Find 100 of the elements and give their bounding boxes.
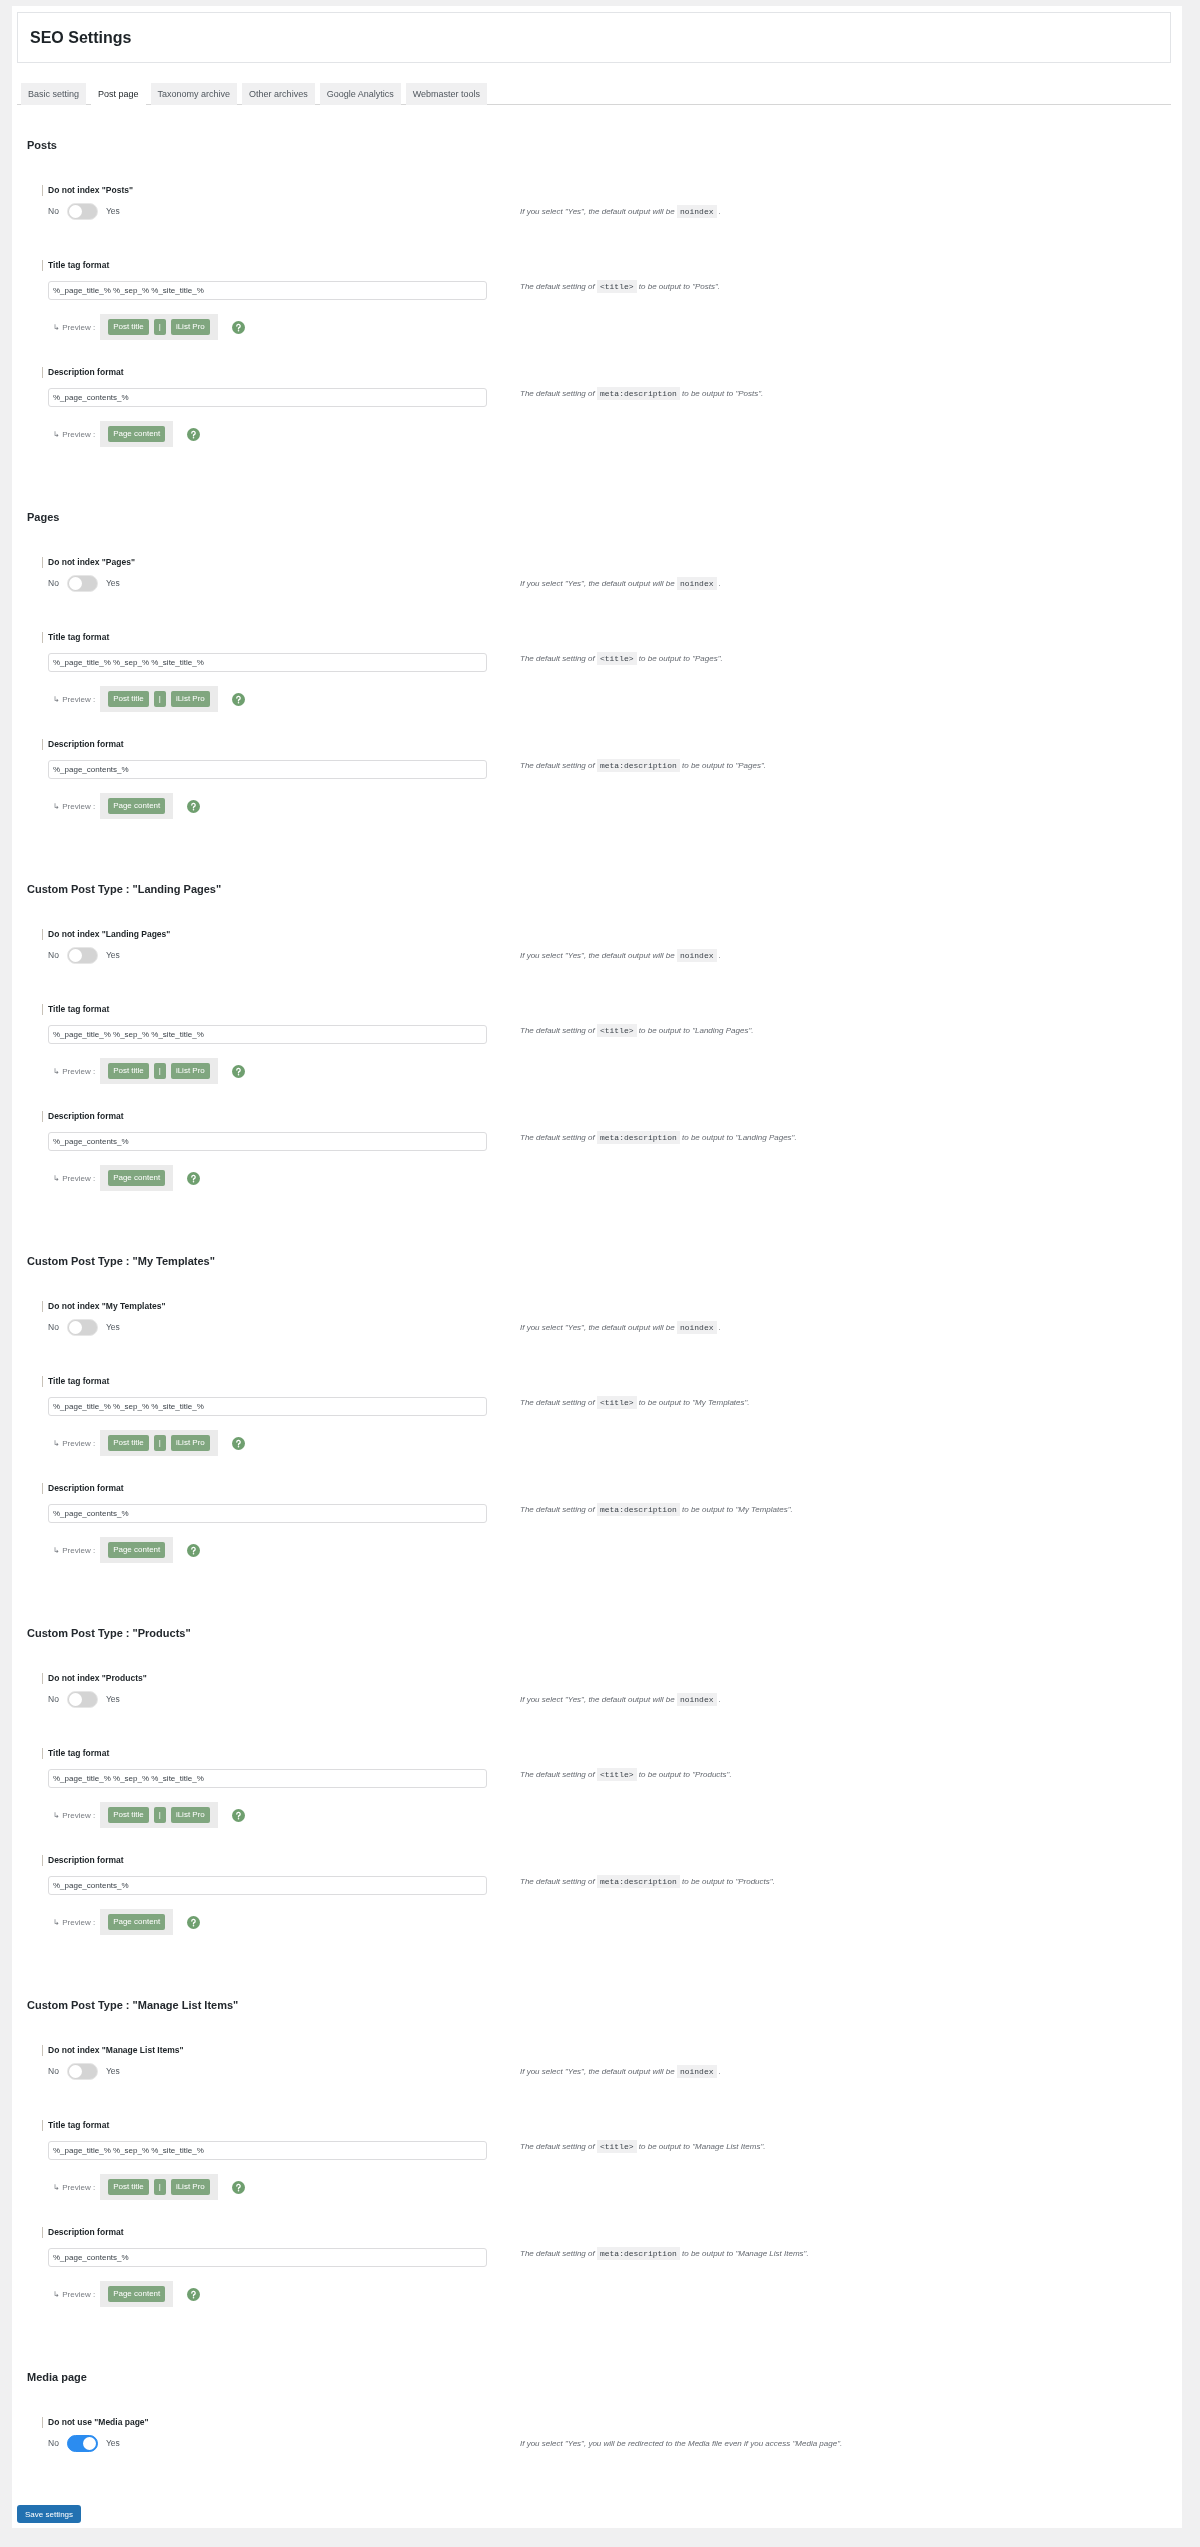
input-field[interactable]: %_page_title_% %_sep_% %_site_title_% <box>48 281 487 300</box>
toggle-option-label: Yes <box>105 1322 120 1333</box>
preview-tag: | <box>153 319 166 335</box>
preview-tag: iList Pro <box>170 691 210 707</box>
preview-label: ↳ Preview : <box>53 428 96 440</box>
field-label: Description format <box>42 2227 124 2238</box>
toggle-option-label: No <box>48 1322 59 1333</box>
help-icon[interactable] <box>231 1064 245 1078</box>
preview-tag: iList Pro <box>170 1063 210 1079</box>
toggle-option-label: Yes <box>105 206 120 217</box>
field-label: Do not index "Landing Pages" <box>42 929 171 940</box>
preview-tag: iList Pro <box>170 1807 210 1823</box>
field-description: The default setting of <title> to be output to "Landing Pages". <box>520 1025 755 1036</box>
preview-tag: | <box>153 1063 166 1079</box>
preview-tag: iList Pro <box>170 1435 210 1451</box>
field-description: The default setting of meta:description to be output to "Manage List Items". <box>520 2248 810 2259</box>
input-field[interactable]: %_page_title_% %_sep_% %_site_title_% <box>48 1025 487 1044</box>
help-icon[interactable] <box>187 2287 201 2301</box>
input-field[interactable]: %_page_title_% %_sep_% %_site_title_% <box>48 2141 487 2160</box>
field-label: Description format <box>42 1483 124 1494</box>
preview-label: ↳ Preview : <box>53 1544 96 1556</box>
tab[interactable]: Other archives <box>242 83 315 105</box>
preview-tag: Page content <box>108 1914 166 1930</box>
field-description: If you select "Yes", the default output will be noindex . <box>520 578 722 589</box>
field-label: Title tag format <box>42 632 110 643</box>
toggle-option-label: No <box>48 2438 59 2449</box>
help-icon[interactable] <box>231 1808 245 1822</box>
input-field[interactable]: %_page_contents_% <box>48 2248 487 2267</box>
toggle-option-label: Yes <box>105 2438 120 2449</box>
toggle-option-label: Yes <box>105 578 120 589</box>
field-description: The default setting of <title> to be output to "Products". <box>520 1769 733 1780</box>
field-label: Do not index "Pages" <box>42 557 135 568</box>
help-icon[interactable] <box>187 1543 201 1557</box>
help-icon[interactable] <box>187 1171 201 1185</box>
help-icon[interactable] <box>231 1436 245 1450</box>
field-label: Title tag format <box>42 1748 110 1759</box>
preview-tag: | <box>153 2179 166 2195</box>
toggle-option-label: Yes <box>105 1694 120 1705</box>
toggle-option-label: Yes <box>105 2066 120 2077</box>
save-button[interactable]: Save settings <box>17 2505 82 2523</box>
tab[interactable]: Taxonomy archive <box>150 83 238 105</box>
section-heading: Pages <box>27 510 61 524</box>
field-description: The default setting of meta:description to be output to "My Templates". <box>520 1504 794 1515</box>
preview-label: ↳ Preview : <box>53 693 96 705</box>
toggle-option-label: No <box>48 950 59 961</box>
field-description: The default setting of <title> to be output to "Posts". <box>520 281 722 292</box>
field-label: Description format <box>42 1855 124 1866</box>
input-field[interactable]: %_page_contents_% <box>48 760 487 779</box>
preview-tag: Post title <box>108 2179 149 2195</box>
toggle-switch[interactable] <box>66 2435 98 2452</box>
preview-tag: Page content <box>108 798 166 814</box>
input-field[interactable]: %_page_title_% %_sep_% %_site_title_% <box>48 1397 487 1416</box>
input-field[interactable]: %_page_contents_% <box>48 1504 487 1523</box>
field-label: Description format <box>42 739 124 750</box>
help-icon[interactable] <box>231 320 245 334</box>
input-field[interactable]: %_page_contents_% <box>48 1132 487 1151</box>
preview-label: ↳ Preview : <box>53 321 96 333</box>
field-label: Description format <box>42 367 124 378</box>
input-field[interactable]: %_page_title_% %_sep_% %_site_title_% <box>48 1769 487 1788</box>
preview-label: ↳ Preview : <box>53 1437 96 1449</box>
field-label: Title tag format <box>42 1376 110 1387</box>
tab[interactable]: Webmaster tools <box>405 83 488 105</box>
preview-tag: | <box>153 1435 166 1451</box>
help-icon[interactable] <box>187 799 201 813</box>
field-description: The default setting of <title> to be output to "Manage List Items". <box>520 2141 767 2152</box>
preview-tag: iList Pro <box>170 319 210 335</box>
field-label: Title tag format <box>42 1004 110 1015</box>
field-description: The default setting of <title> to be output to "My Templates". <box>520 1397 751 1408</box>
toggle-option-label: No <box>48 1694 59 1705</box>
field-label: Do not use "Media page" <box>42 2417 149 2428</box>
field-label: Description format <box>42 1111 124 1122</box>
toggle-option-label: No <box>48 206 59 217</box>
preview-tag: Post title <box>108 691 149 707</box>
field-description: The default setting of meta:description to be output to "Products". <box>520 1876 776 1887</box>
toggle-option-label: No <box>48 578 59 589</box>
toggle-option-label: No <box>48 2066 59 2077</box>
section-heading: Custom Post Type : "Products" <box>27 1626 192 1640</box>
help-icon[interactable] <box>231 692 245 706</box>
field-label: Do not index "Posts" <box>42 185 134 196</box>
tab[interactable]: Basic setting <box>21 83 87 105</box>
preview-tag: Page content <box>108 1542 166 1558</box>
field-description: The default setting of meta:description to be output to "Posts". <box>520 388 765 399</box>
preview-label: ↳ Preview : <box>53 2288 96 2300</box>
help-icon[interactable] <box>231 2180 245 2194</box>
field-label: Title tag format <box>42 2120 110 2131</box>
preview-tag: | <box>153 1807 166 1823</box>
section-heading: Media page <box>27 2370 88 2384</box>
preview-tag: Post title <box>108 1807 149 1823</box>
tab[interactable]: Google Analytics <box>319 83 401 105</box>
help-icon[interactable] <box>187 427 201 441</box>
preview-label: ↳ Preview : <box>53 1172 96 1184</box>
input-field[interactable]: %_page_contents_% <box>48 1876 487 1895</box>
field-description: If you select "Yes", the default output will be noindex . <box>520 2066 722 2077</box>
field-label: Title tag format <box>42 260 110 271</box>
help-icon[interactable] <box>187 1915 201 1929</box>
input-field[interactable]: %_page_title_% %_sep_% %_site_title_% <box>48 653 487 672</box>
input-field[interactable]: %_page_contents_% <box>48 388 487 407</box>
field-description: If you select "Yes", the default output will be noindex . <box>520 1322 722 1333</box>
section-heading: Custom Post Type : "Manage List Items" <box>27 1998 240 2012</box>
field-label: Do not index "Manage List Items" <box>42 2045 184 2056</box>
